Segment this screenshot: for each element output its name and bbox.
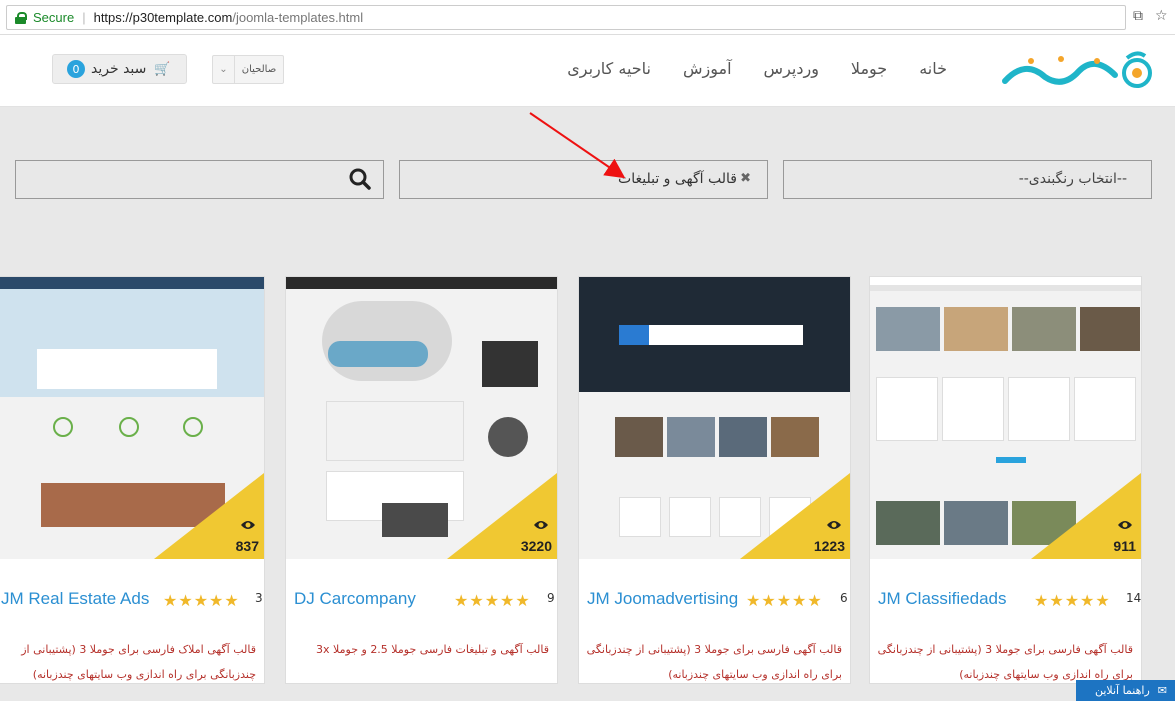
template-description: قالب آگهی فارسی برای جوملا 3 (پشتیبانی ا… [586,643,842,681]
template-card[interactable]: 911 JM Classifiedads ★★★★★ 14 قالب آگهی … [869,276,1142,684]
template-description: قالب آگهی و تبلیغات فارسی جوملا 2.5 و جو… [316,643,549,656]
views-count: 3220 [520,538,552,554]
template-card[interactable]: 1223 JM Joomadvertising ★★★★★ 6 قالب آگه… [578,276,851,684]
template-card[interactable]: 837 JM Real Estate Ads ★★★★★ 3 قالب آگهی… [0,276,265,684]
online-chat-button[interactable]: راهنما آنلاین ✉ [1076,680,1175,701]
views-count: 837 [235,538,259,554]
rating-stars: ★★★★★ [454,591,531,610]
rating-count: 14 [1126,591,1142,605]
template-thumbnail[interactable]: 1223 [579,277,850,559]
rating-count: 6 [840,591,848,605]
template-thumbnail[interactable]: 3220 [286,277,557,559]
eye-icon [534,521,548,529]
eye-icon [827,521,841,529]
template-card[interactable]: 3220 DJ Carcompany ★★★★★ 9 قالب آگهی و ت… [285,276,558,684]
mail-icon: ✉ [1157,684,1167,697]
template-title[interactable]: JM Joomadvertising [587,589,738,609]
template-title[interactable]: DJ Carcompany [294,589,416,609]
views-count: 911 [1113,538,1136,554]
eye-icon [1118,521,1132,529]
rating-stars: ★★★★★ [163,591,240,610]
chat-label: راهنما آنلاین [1094,684,1150,697]
eye-icon [241,521,255,529]
template-thumbnail[interactable]: 837 [0,277,264,559]
template-title[interactable]: JM Classifiedads [878,589,1007,609]
template-description: قالب آگهی املاک فارسی برای جوملا 3 (پشتی… [21,643,256,681]
rating-count: 3 [255,591,263,605]
rating-count: 9 [547,591,555,605]
rating-stars: ★★★★★ [1034,591,1111,610]
rating-stars: ★★★★★ [746,591,823,610]
template-title[interactable]: JM Real Estate Ads [1,589,149,609]
views-count: 1223 [813,538,845,554]
template-thumbnail[interactable]: 911 [870,277,1141,559]
